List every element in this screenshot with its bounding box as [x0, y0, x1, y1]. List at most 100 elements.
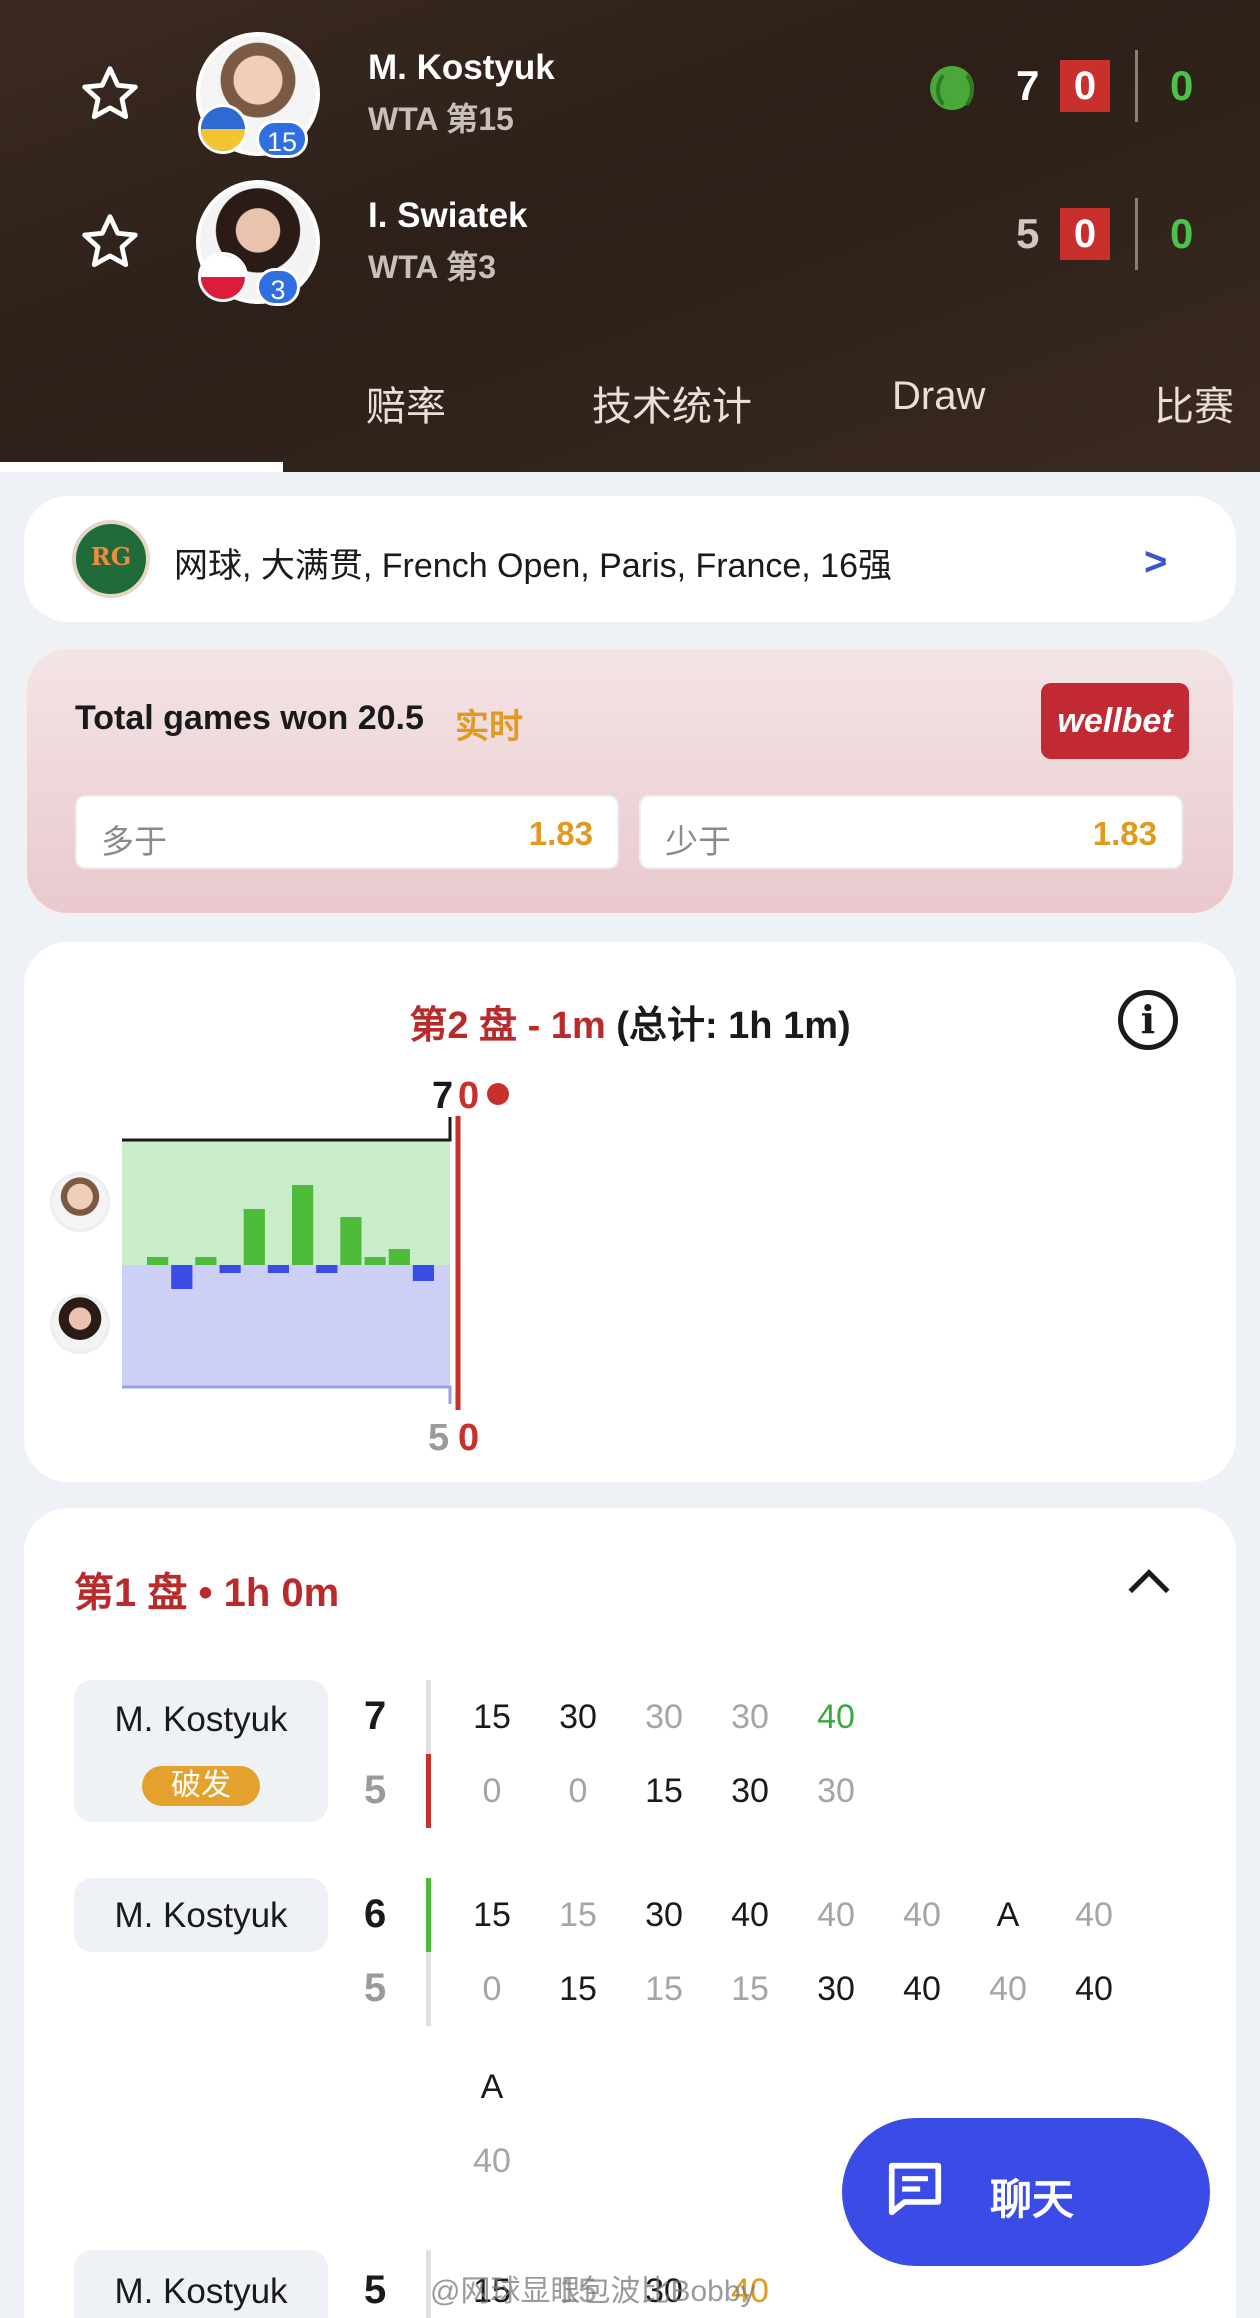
player-name: I. Swiatek: [368, 196, 528, 235]
player-rank: WTA 第15: [368, 101, 514, 137]
score-divider: [426, 1680, 431, 1754]
momentum-bar: [388, 1249, 410, 1265]
serving-ball-icon: [930, 66, 974, 112]
over-odds: 1.83: [528, 815, 593, 852]
momentum-bar: [316, 1265, 338, 1273]
server-name: M. Kostyuk: [114, 1896, 288, 1935]
match-header: 15 M. Kostyuk WTA 第15 7 0 0 3 I. Swiatek…: [0, 0, 1260, 472]
watermark: @网球显眼包波比Bobby: [430, 2275, 756, 2308]
server-pill: M. Kostyuk: [74, 2250, 328, 2318]
point-score: 15: [559, 1896, 597, 1934]
over-label: 多于: [101, 823, 167, 860]
point-score: 40: [817, 1698, 855, 1736]
point-score: 15: [645, 1772, 683, 1810]
momentum-graph: 7 0 5 0: [122, 1075, 509, 1459]
player-rank: WTA 第3: [368, 249, 496, 285]
flag-icon: [198, 104, 248, 154]
under-odds-button[interactable]: 少于 1.83: [639, 795, 1183, 869]
momentum-bar: [364, 1257, 386, 1265]
avatar: 3: [196, 180, 320, 306]
point-score: 40: [817, 1896, 855, 1934]
bookmaker-logo[interactable]: wellbet: [1041, 683, 1189, 759]
point-score: 0: [482, 1772, 502, 1810]
set1-bracket-bottom: [122, 1385, 452, 1404]
set1-score: 5: [1016, 210, 1040, 257]
break-badge: 破发: [142, 1766, 260, 1806]
set-title: 第1 盘 • 1h 0m: [74, 1571, 340, 1615]
bet-market: Total games won 20.5: [75, 699, 424, 737]
chat-label: 聊天: [990, 2176, 1075, 2223]
hold-indicator: [426, 1878, 431, 1952]
momentum-bar: [292, 1185, 314, 1265]
chevron-right-icon[interactable]: >: [1144, 540, 1167, 585]
top-game-score: 7: [364, 1694, 387, 1738]
break-indicator: [426, 1754, 431, 1828]
tab-odds[interactable]: 赔率: [366, 374, 446, 432]
game-points: 0: [1170, 62, 1194, 109]
game-row: M. Kostyuk 破发 7 5 15 30 30 30 40 0 0 15 …: [24, 1680, 1236, 1830]
player-row-kostyuk[interactable]: 15 M. Kostyuk WTA 第15 7 0 0: [0, 28, 1260, 158]
flag-icon: [198, 252, 248, 302]
point-score: 30: [645, 1896, 683, 1934]
set1-score: 7: [1016, 62, 1040, 109]
momentum-bar: [171, 1265, 193, 1289]
over-odds-button[interactable]: 多于 1.83: [75, 795, 619, 869]
momentum-bar: [412, 1265, 434, 1281]
tab-match[interactable]: 比赛: [1154, 374, 1234, 432]
tab-draw[interactable]: Draw: [892, 374, 985, 419]
kostyuk-area: [122, 1140, 450, 1265]
point-score: 0: [482, 1970, 502, 2008]
under-label: 少于: [665, 823, 731, 860]
top-current-score: 0: [458, 1075, 479, 1117]
chevron-up-icon[interactable]: [1124, 1556, 1174, 1606]
point-score: 15: [645, 1970, 683, 2008]
roland-garros-logo: [72, 520, 150, 598]
tournament-info: 网球, 大满贯, French Open, Paris, France, 16强: [174, 547, 893, 585]
point-score: A: [480, 2068, 504, 2106]
server-pill: M. Kostyuk: [74, 1878, 328, 1952]
chat-button[interactable]: 聊天: [842, 2118, 1210, 2266]
point-score: 15: [473, 1896, 511, 1934]
point-score: 40: [903, 1970, 941, 2008]
point-score: 30: [817, 1970, 855, 2008]
server-pill: M. Kostyuk 破发: [74, 1680, 328, 1822]
current-set-score: 0: [1060, 60, 1110, 112]
point-score: 15: [559, 1970, 597, 2008]
point-score: 15: [731, 1970, 769, 2008]
game-row: M. Kostyuk 6 5 15 15 30 40 40 40 A 40 0 …: [24, 1878, 1236, 2180]
momentum-bar: [147, 1257, 169, 1265]
game-points: 0: [1170, 210, 1194, 257]
tournament-card[interactable]: 网球, 大满贯, French Open, Paris, France, 16强…: [24, 496, 1236, 622]
star-icon[interactable]: [78, 62, 142, 126]
momentum-card: 第2 盘 - 1m (总计: 1h 1m) i 7 0 5 0: [24, 942, 1236, 1482]
momentum-bar: [243, 1209, 265, 1265]
seed-badge: 15: [256, 120, 309, 158]
seed-badge: 3: [256, 268, 300, 306]
point-score: 40: [731, 1896, 769, 1934]
divider: [1135, 198, 1138, 270]
current-set-score: 0: [1060, 208, 1110, 260]
momentum-bar: [340, 1217, 362, 1265]
active-tab-indicator: [0, 462, 283, 472]
star-icon[interactable]: [78, 210, 142, 274]
point-score: 0: [568, 1772, 588, 1810]
player-row-swiatek[interactable]: 3 I. Swiatek WTA 第3 5 0 0: [0, 176, 1260, 306]
top-game-score: 6: [364, 1892, 387, 1936]
momentum-bar: [219, 1265, 241, 1273]
momentum-bar: [195, 1257, 217, 1265]
point-score: 40: [903, 1896, 941, 1934]
momentum-bar: [267, 1265, 289, 1273]
point-score: 40: [1075, 1970, 1113, 2008]
point-score: 30: [645, 1698, 683, 1736]
point-score: 40: [473, 2142, 511, 2180]
top-game-score: 5: [364, 2268, 387, 2312]
tab-bar: 赔率 技术统计 Draw 比赛: [0, 360, 1260, 430]
point-score: A: [996, 1896, 1020, 1934]
point-score: 40: [1075, 1896, 1113, 1934]
tab-statistics[interactable]: 技术统计: [592, 374, 752, 432]
bottom-game-score: 5: [364, 1768, 387, 1812]
point-score: 30: [817, 1772, 855, 1810]
chat-icon: [888, 2162, 942, 2216]
point-score: 40: [989, 1970, 1027, 2008]
betting-card: Total games won 20.5 实时 wellbet 多于 1.83 …: [24, 646, 1236, 916]
